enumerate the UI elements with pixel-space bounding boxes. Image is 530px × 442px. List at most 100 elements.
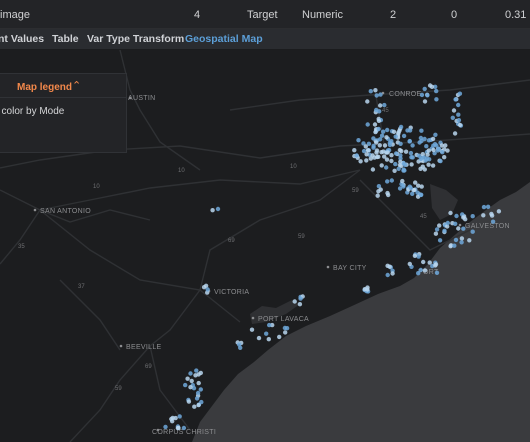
map-data-point[interactable]	[433, 231, 439, 236]
map-data-point[interactable]	[237, 342, 242, 347]
map-data-point[interactable]	[192, 404, 197, 409]
map-data-point[interactable]	[456, 102, 461, 108]
map-data-point[interactable]	[485, 204, 491, 209]
map-data-point[interactable]	[377, 143, 382, 148]
map-data-point[interactable]	[183, 382, 188, 388]
map-data-point[interactable]	[205, 287, 210, 292]
map-data-point[interactable]	[453, 237, 459, 243]
map-data-point[interactable]	[422, 86, 427, 92]
map-data-point[interactable]	[264, 331, 269, 336]
map-data-point[interactable]	[398, 159, 403, 164]
map-data-point[interactable]	[175, 425, 181, 431]
map-data-point[interactable]	[356, 138, 361, 143]
map-data-point[interactable]	[442, 228, 447, 233]
map-data-point[interactable]	[452, 243, 457, 248]
map-data-point[interactable]	[377, 137, 383, 142]
map-data-point[interactable]	[374, 93, 379, 98]
map-data-point[interactable]	[194, 368, 199, 373]
map-data-point[interactable]	[188, 371, 193, 376]
map-data-point[interactable]	[422, 99, 428, 104]
map-data-point[interactable]	[188, 385, 193, 390]
map-data-point[interactable]	[378, 92, 383, 97]
map-data-point[interactable]	[432, 142, 438, 147]
map-data-point[interactable]	[387, 264, 392, 269]
map-data-point[interactable]	[378, 103, 383, 108]
map-data-point[interactable]	[409, 155, 414, 160]
map-data-point[interactable]	[365, 148, 371, 153]
map-data-point[interactable]	[418, 267, 423, 273]
map-data-point[interactable]	[419, 184, 424, 189]
map-data-point[interactable]	[407, 138, 412, 144]
map-data-point[interactable]	[385, 150, 390, 155]
map-data-point[interactable]	[374, 140, 379, 145]
map-data-point[interactable]	[384, 165, 389, 170]
map-data-point[interactable]	[459, 236, 465, 241]
map-data-point[interactable]	[467, 238, 472, 243]
tab-table[interactable]: Table	[52, 33, 79, 45]
map-data-point[interactable]	[365, 99, 370, 104]
map-data-point[interactable]	[169, 416, 174, 422]
map-data-point[interactable]	[437, 223, 442, 228]
map-data-point[interactable]	[389, 139, 394, 144]
map-data-point[interactable]	[381, 129, 386, 134]
map-data-point[interactable]	[368, 89, 373, 94]
map-data-point[interactable]	[393, 151, 399, 156]
map-data-point[interactable]	[427, 260, 432, 265]
map-data-point[interactable]	[405, 128, 410, 133]
map-data-point[interactable]	[364, 158, 369, 163]
map-data-point[interactable]	[163, 424, 168, 430]
map-data-point[interactable]	[489, 211, 494, 217]
map-data-point[interactable]	[448, 210, 453, 216]
map-data-point[interactable]	[249, 327, 255, 332]
chevron-up-icon[interactable]: ⌃	[72, 79, 81, 92]
map-data-point[interactable]	[277, 334, 282, 340]
map-data-point[interactable]	[379, 150, 384, 155]
map-data-point[interactable]	[427, 83, 433, 88]
map-data-point[interactable]	[456, 226, 461, 231]
map-data-point[interactable]	[389, 153, 394, 158]
map-data-point[interactable]	[407, 261, 412, 267]
map-data-point[interactable]	[434, 270, 440, 275]
map-data-point[interactable]	[454, 213, 459, 219]
map-data-point[interactable]	[392, 168, 397, 173]
map-data-point[interactable]	[422, 268, 428, 273]
map-data-point[interactable]	[256, 335, 262, 341]
map-data-point[interactable]	[379, 163, 384, 168]
map-data-point[interactable]	[393, 161, 398, 167]
map-data-point[interactable]	[457, 122, 463, 128]
map-data-point[interactable]	[397, 147, 403, 153]
map-data-point[interactable]	[352, 148, 357, 153]
map-data-point[interactable]	[456, 118, 462, 123]
map-data-point[interactable]	[195, 390, 201, 396]
tab-var-type-transform[interactable]: Var Type Transform	[87, 33, 184, 45]
map-data-point[interactable]	[210, 208, 215, 213]
map-data-point[interactable]	[419, 138, 424, 144]
map-data-point[interactable]	[419, 128, 424, 133]
map-data-point[interactable]	[391, 129, 397, 134]
map-data-point[interactable]	[426, 148, 431, 153]
map-data-point[interactable]	[481, 204, 487, 210]
map-data-point[interactable]	[453, 221, 458, 226]
map-data-point[interactable]	[490, 219, 496, 224]
map-data-point[interactable]	[398, 124, 404, 130]
map-data-point[interactable]	[421, 259, 426, 265]
map-data-point[interactable]	[397, 186, 403, 191]
map-data-point[interactable]	[374, 150, 379, 155]
map-data-point[interactable]	[363, 144, 368, 149]
map-data-point[interactable]	[434, 227, 440, 232]
map-data-point[interactable]	[396, 166, 401, 171]
map-data-point[interactable]	[376, 126, 381, 132]
map-data-point[interactable]	[267, 322, 272, 328]
map-data-point[interactable]	[425, 152, 430, 157]
map-data-point[interactable]	[453, 97, 458, 102]
map-data-point[interactable]	[496, 209, 502, 214]
map-data-point[interactable]	[181, 425, 187, 431]
map-data-point[interactable]	[375, 193, 380, 198]
map-data-point[interactable]	[390, 271, 395, 276]
map-data-point[interactable]	[354, 153, 359, 158]
map-data-point[interactable]	[389, 178, 394, 183]
map-data-point[interactable]	[470, 214, 475, 219]
map-data-point[interactable]	[431, 147, 436, 153]
map-data-point[interactable]	[196, 372, 201, 377]
map-data-point[interactable]	[374, 107, 379, 113]
